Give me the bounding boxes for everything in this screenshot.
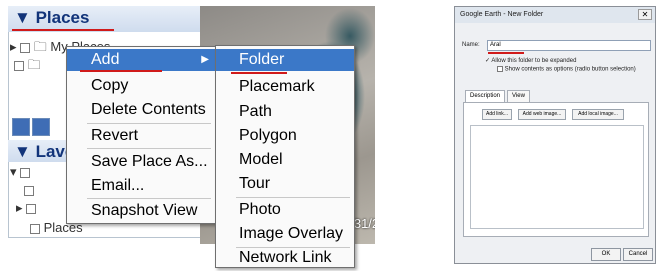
ok-button[interactable]: OK [591, 248, 621, 261]
menu-item-photo[interactable]: Photo [216, 199, 354, 221]
option-allow-expand[interactable]: ✓ Allow this folder to be expanded [485, 57, 576, 64]
collapse-triangle-icon[interactable]: ▼ [14, 8, 31, 27]
expand-arrow-icon[interactable]: ▸ [16, 200, 23, 215]
add-web-image-button[interactable]: Add web image... [518, 109, 566, 120]
menu-item-delete-contents[interactable]: Delete Contents [67, 99, 215, 121]
menu-item-save-place-as[interactable]: Save Place As... [67, 151, 215, 173]
name-input[interactable]: Aral [487, 40, 651, 51]
places-title[interactable]: ▼ Places [14, 8, 89, 28]
expand-arrow-icon[interactable]: ▸ [10, 39, 17, 54]
folder-icon: 🗀 [33, 39, 47, 54]
submenu-arrow-icon: ▶ [201, 54, 209, 65]
tree-row-layer[interactable] [24, 182, 34, 197]
folder-icon: 🗀 [27, 57, 41, 72]
checkbox[interactable] [24, 185, 34, 196]
option-radio-display[interactable]: Show contents as options (radio button s… [497, 66, 636, 73]
menu-separator [236, 197, 350, 198]
close-icon[interactable]: ✕ [638, 9, 652, 20]
menu-item-model[interactable]: Model [216, 149, 354, 171]
tree-row-layer[interactable]: ▸ [16, 200, 37, 216]
checkmark-icon[interactable]: ✓ [485, 58, 490, 64]
menu-item-copy[interactable]: Copy [67, 75, 215, 97]
google-earth-left-screenshot: ▼ Places ▸ 🗀 My Places 🗀 ▼ Lave ▾ ▸ Plac… [0, 0, 380, 271]
checkbox[interactable] [20, 42, 31, 53]
menu-item-placemark[interactable]: Placemark [216, 76, 354, 98]
menu-item-email[interactable]: Email... [67, 175, 215, 197]
menu-item-tour[interactable]: Tour [216, 173, 354, 195]
menu-item-polygon[interactable]: Polygon [216, 125, 354, 147]
tree-row-temporary[interactable]: 🗀 [14, 56, 41, 78]
menu-item-revert[interactable]: Revert [67, 125, 215, 147]
menu-item-network-link[interactable]: Network Link [216, 247, 354, 269]
red-underline-folder [231, 72, 287, 74]
menu-item-snapshot-view[interactable]: Snapshot View [67, 200, 215, 222]
context-menu: Add ▶ Copy Delete Contents Revert Save Pl… [66, 46, 216, 224]
checkbox[interactable] [26, 203, 37, 214]
checkbox[interactable] [14, 60, 24, 71]
checkbox[interactable] [497, 66, 503, 72]
tab-description[interactable]: Description [465, 90, 506, 102]
expand-arrow-icon[interactable]: ▾ [10, 164, 17, 179]
tab-view[interactable]: View [507, 90, 530, 102]
panel-toggle-icon[interactable] [32, 118, 50, 136]
add-local-image-button[interactable]: Add local image... [572, 109, 624, 120]
red-underline-name [488, 52, 524, 54]
menu-separator [87, 148, 211, 149]
cancel-button[interactable]: Cancel [623, 248, 653, 261]
collapse-triangle-icon[interactable]: ▼ [14, 142, 31, 161]
tree-row-layer[interactable]: ▾ [10, 164, 31, 180]
search-icon[interactable] [12, 118, 30, 136]
description-pane: Add link... Add web image... Add local i… [463, 102, 649, 237]
menu-item-path[interactable]: Path [216, 101, 354, 123]
menu-item-add[interactable]: Add ▶ [67, 49, 215, 71]
dialog-title: Google Earth - New Folder [455, 7, 655, 23]
name-label: Name: [462, 42, 480, 48]
checkbox[interactable] [20, 167, 31, 178]
menu-separator [87, 198, 211, 199]
menu-separator [87, 123, 211, 124]
add-link-button[interactable]: Add link... [482, 109, 512, 120]
add-submenu: Folder Placemark Path Polygon Model Tour… [215, 45, 355, 268]
description-editor[interactable] [470, 125, 644, 229]
red-underline-add [80, 70, 162, 72]
checkbox[interactable] [30, 223, 40, 234]
menu-item-image-overlay[interactable]: Image Overlay [216, 223, 354, 245]
new-folder-dialog: Google Earth - New Folder ✕ Name: Aral ✓… [454, 6, 656, 264]
red-underline-places [12, 29, 114, 31]
menu-item-folder[interactable]: Folder [216, 49, 354, 71]
